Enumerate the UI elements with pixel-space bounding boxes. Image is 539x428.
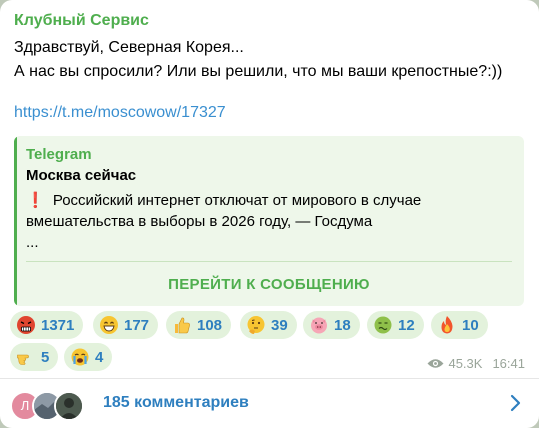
preview-ellipsis: ... [26,234,39,251]
preview-description: ❗ Российский интернет отключат от мирово… [26,190,496,232]
reaction-count: 5 [41,348,50,366]
eye-icon [427,359,444,368]
reaction-count: 12 [398,316,415,334]
reaction-count: 108 [197,316,223,334]
message-text-line-2: А нас вы спросили? Или вы решили, что мы… [14,63,503,80]
thinking-face-icon [247,316,265,334]
comments-bar[interactable]: Л 185 комментариев [0,379,539,428]
message-text-line-1: Здравствуй, Северная Корея... [14,39,244,56]
message-time: 16:41 [492,356,525,371]
reaction-count: 177 [124,316,150,334]
reaction-pig[interactable]: 18 [303,311,360,339]
reaction-pointing-hand[interactable]: 5 [10,343,59,371]
reaction-angry[interactable]: 1371 [10,311,84,339]
thumbs-up-icon [175,317,190,334]
go-to-message-button[interactable]: ПЕРЕЙТИ К СООБЩЕНИЮ [14,263,524,306]
message-meta: 45.3K 16:41 [427,356,525,371]
angry-face-icon [17,316,35,334]
grinning-face-icon [100,316,118,334]
comments-count[interactable]: 185 комментариев [103,394,249,412]
pig-face-icon [311,317,327,334]
reaction-grinning[interactable]: 177 [93,311,159,339]
reaction-nauseated[interactable]: 12 [367,311,424,339]
preview-divider [26,261,512,262]
message-bubble: Клубный Сервис Здравствуй, Северная Коре… [0,0,539,428]
chevron-right-icon[interactable] [509,394,521,412]
reaction-count: 18 [334,316,351,334]
message-link[interactable]: https://t.me/moscowow/17327 [14,104,226,122]
reaction-crying[interactable]: 4 [64,343,113,371]
reaction-count: 10 [462,316,479,334]
crying-face-icon [71,348,89,366]
reaction-fire[interactable]: 10 [431,311,488,339]
reaction-count: 4 [95,348,104,366]
preview-title: Москва сейчас [26,167,137,184]
reaction-count: 1371 [41,316,75,334]
link-preview[interactable]: Telegram Москва сейчас ❗ Российский инте… [14,136,524,306]
fire-icon [441,316,453,334]
sender-name[interactable]: Клубный Сервис [14,12,149,30]
nauseated-face-icon [374,316,392,334]
reaction-count: 39 [271,316,288,334]
preview-body-text: Российский интернет отключат от мирового… [26,192,422,230]
views-count: 45.3K [448,356,483,371]
exclamation-icon: ❗ [26,192,45,209]
pointing-hand-icon [17,354,29,365]
reaction-thinking[interactable]: 39 [240,311,297,339]
avatar [54,391,84,421]
preview-site-name: Telegram [26,146,92,163]
reaction-thumbs-up[interactable]: 108 [166,311,232,339]
